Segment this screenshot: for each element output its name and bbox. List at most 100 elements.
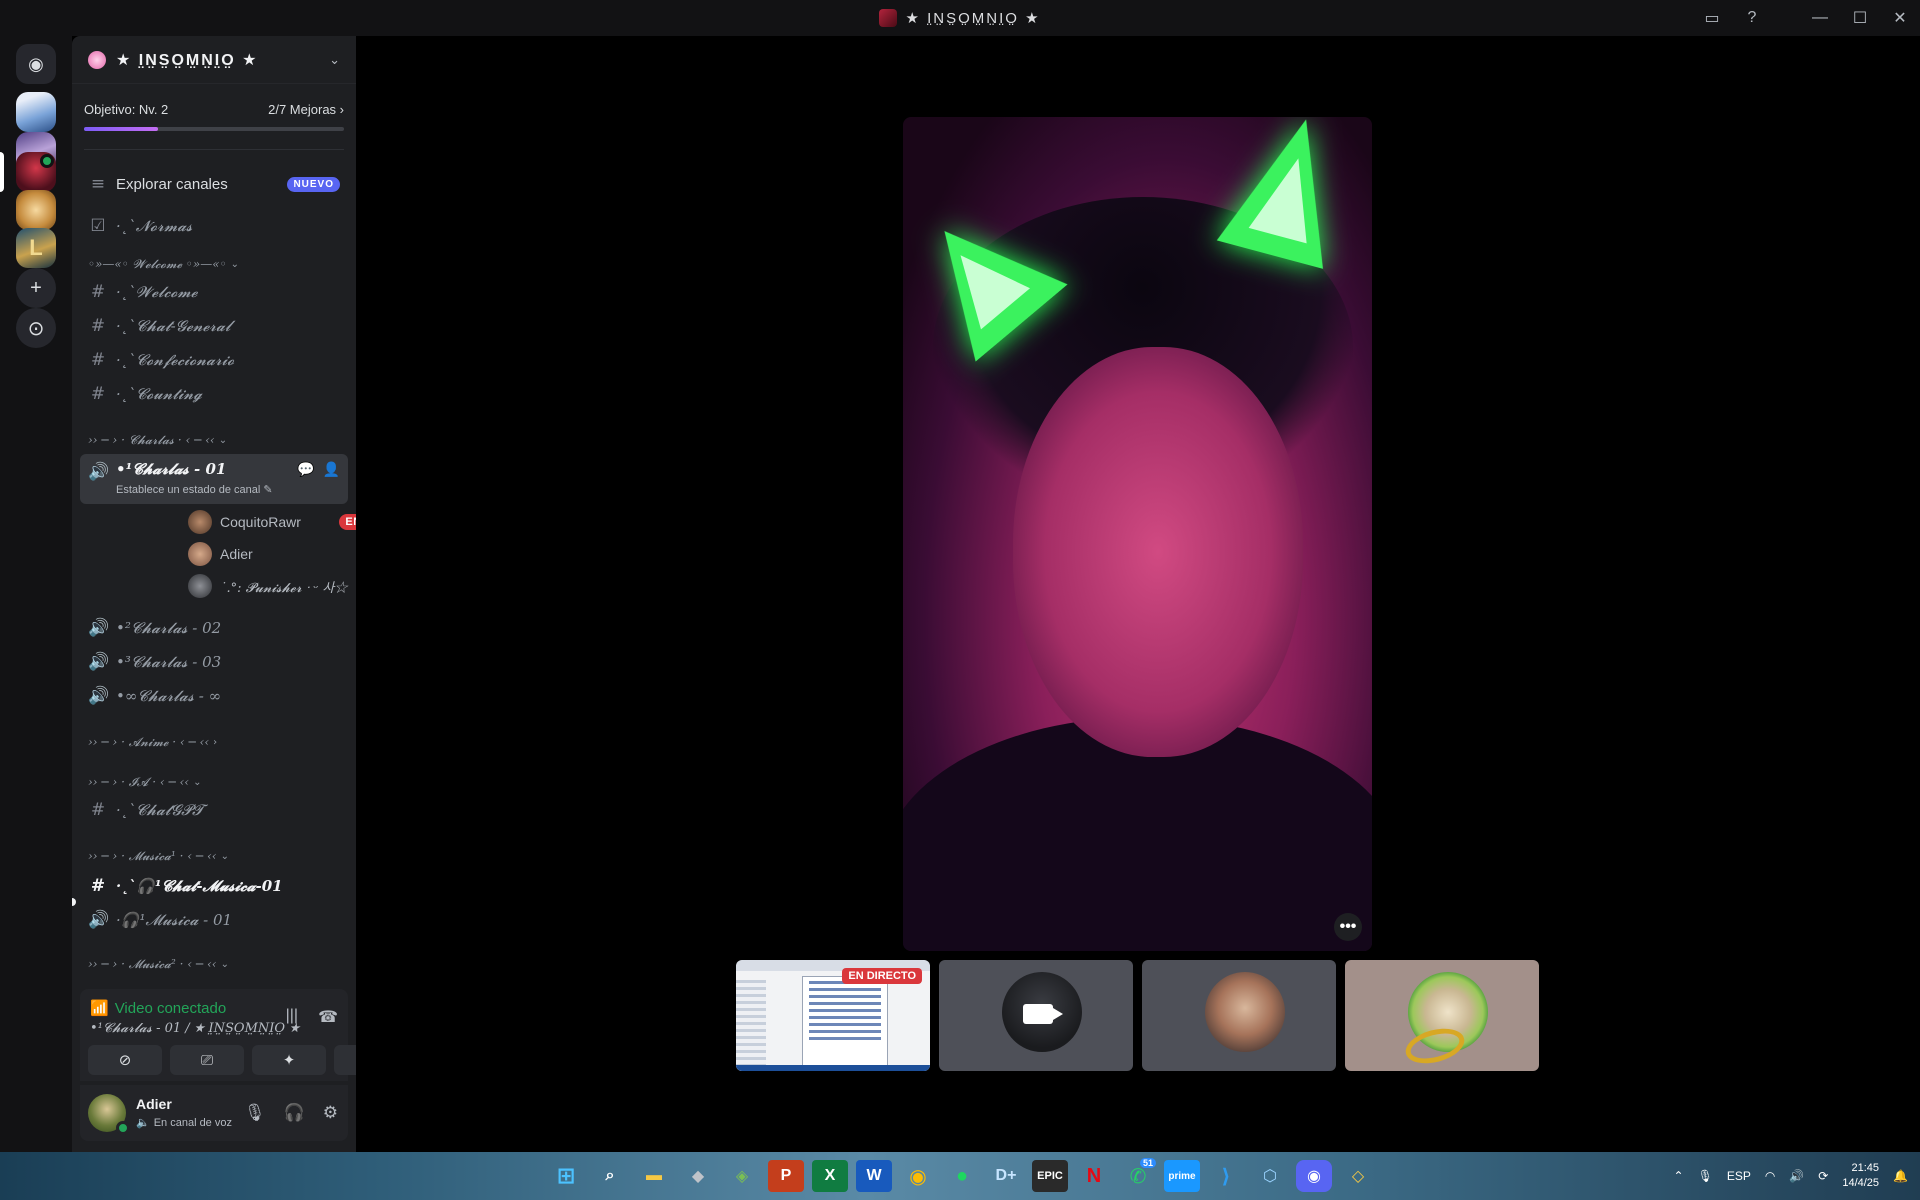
chrome-icon[interactable]: ◉ [900,1160,936,1192]
clock[interactable]: 21:45 14/4/25 [1842,1161,1879,1191]
app-icon[interactable]: ◈ [724,1160,760,1192]
app-icon[interactable]: ◇ [1340,1160,1376,1192]
disney-plus-icon[interactable]: D+ [988,1160,1024,1192]
voice-user[interactable]: ˙.°: 𝓟𝓾𝓷𝓲𝓼𝓱𝓮𝓻 ᐧ ᵕ 사☆ ■ [188,572,356,600]
powerpoint-icon[interactable]: P [768,1160,804,1192]
category-musica[interactable]: ›› ─ › · 𝓜𝓾𝓼𝓲𝓬𝓪¹ · ‹ ─ ‹‹ ⌄ [88,846,229,866]
more-options-button[interactable]: ••• [1334,913,1362,941]
voice-channel-charlas-01[interactable]: 🔊 •¹𝓒𝓱𝓪𝓻𝓵𝓪𝓼 - 01 Establece un estado de … [80,454,348,504]
focused-video-feed[interactable]: ••• [903,117,1372,951]
minimize-icon[interactable]: — [1800,0,1840,36]
notification-bell-icon[interactable]: 🔔 [1893,1169,1908,1183]
channel-chatgpt[interactable]: # ·˛`𝓒𝓱𝓪𝓽𝓖𝓟𝓣 [80,794,348,826]
app-icon[interactable]: ◆ [680,1160,716,1192]
discover-icon[interactable]: ⊙ [16,308,56,348]
volume-icon[interactable]: 🔊 [1789,1169,1804,1183]
user-panel: Adier 🔈 En canal de voz 🎙 🎧 ⚙ [80,1085,348,1141]
username[interactable]: Adier [136,1096,172,1112]
search-icon[interactable]: ⌕ [592,1160,628,1192]
language-indicator[interactable]: ESP [1727,1169,1751,1183]
user-status: 🔈 En canal de voz [136,1116,232,1130]
noise-suppression-icon[interactable]: ||| [286,1007,298,1027]
close-icon[interactable]: ✕ [1880,0,1920,36]
activities-button[interactable]: ✦ [252,1045,326,1075]
channel-counting[interactable]: # ·˛`𝓒𝓸𝓾𝓷𝓽𝓲𝓷𝓰 [80,378,348,410]
category-charlas[interactable]: ›› ─ › · 𝓒𝓱𝓪𝓻𝓵𝓪𝓼 · ‹ ─ ‹‹ ⌄ [88,430,227,450]
chat-bubble-icon[interactable]: 💬 [297,461,314,478]
disconnect-icon[interactable]: ☎ [318,1007,338,1027]
discord-home-icon[interactable]: ◉ [16,44,56,84]
microphone-icon[interactable]: 🎙 [244,1103,266,1123]
voice-user[interactable]: CoquitoRawr EN DIRECTO [188,508,356,536]
microphone-icon[interactable]: 🎙 [1698,1169,1713,1183]
netflix-icon[interactable]: N [1076,1160,1112,1192]
file-explorer-icon[interactable]: ▬ [636,1160,672,1192]
speaker-icon: 🔈 [136,1117,150,1129]
speaker-icon: 🔊 [88,618,110,638]
settings-gear-icon[interactable]: ⚙ [323,1103,338,1123]
boost-progress-bar [84,127,344,131]
discord-icon[interactable]: ◉ [1296,1160,1332,1192]
boost-goal[interactable]: Objetivo: Nv. 2 2/7 Mejoras › [72,84,356,141]
taskbar-apps: ⊞ ⌕ ▬ ◆ ◈ P X W ◉ ● D+ EPIC N ✆ 51 prime … [548,1158,1376,1192]
participant-tile-video-off[interactable] [939,960,1133,1071]
explore-channels[interactable]: ≡ Explorar canales NUEVO [80,168,348,200]
chevron-up-icon[interactable]: ⌃ [1674,1169,1684,1183]
voice-status[interactable]: 📶 Video conectado [90,999,226,1018]
whatsapp-icon[interactable]: ✆ 51 [1120,1158,1156,1192]
hash-icon: # [90,384,106,404]
guild-name: ★ I̤N̤S̤O̤M̤N̤I̤O̤ ★ [116,51,259,69]
category-anime[interactable]: ›› ─ › · 𝓐𝓷𝓲𝓶𝓮 · ‹ ─ ‹‹ › [88,732,217,752]
maximize-icon[interactable]: ☐ [1840,0,1880,36]
voice-channel-musica-01[interactable]: 🔊 ·🎧¹𝓜𝓾𝓼𝓲𝓬𝓪 - 01 [80,904,348,936]
stream-tile-screen-share[interactable]: EN DIRECTO [736,960,930,1071]
window-controls: ▭ ? — ☐ ✕ [1692,0,1920,36]
screen-share-button[interactable]: ⎚ [170,1045,244,1075]
category-musica-2[interactable]: ›› ─ › · 𝓜𝓾𝓼𝓲𝓬𝓪² · ‹ ─ ‹‹ ⌄ [88,954,229,974]
headphones-icon[interactable]: 🎧 [284,1103,305,1123]
help-icon[interactable]: ? [1732,0,1772,36]
windows-start-icon[interactable]: ⊞ [548,1160,584,1192]
channel-chat-musica-01[interactable]: # ·˛`🎧¹𝓒𝓱𝓪𝓽-𝓜𝓾𝓼𝓲𝓬𝓪-01 [80,870,348,902]
participant-tile[interactable] [1345,960,1539,1071]
channel-confecionario[interactable]: # ·˛`𝓒𝓸𝓷𝓯𝓮𝓬𝓲𝓸𝓷𝓪𝓻𝓲𝓸 [80,344,348,376]
channel-status[interactable]: Establece un estado de canal ✎ [116,483,273,496]
speaker-icon: 🔊 [88,686,110,706]
channel-rules[interactable]: ☑ ·˛`𝓝𝓸𝓻𝓶𝓪𝓼 [80,210,348,242]
app-icon[interactable]: ⬡ [1252,1160,1288,1192]
channel-actions: 💬 👤 [297,461,340,478]
camera-off-button[interactable]: ⊘ [88,1045,162,1075]
channel-browser-icon: ≡ [90,174,106,194]
channel-chat-general[interactable]: # ·˛`𝓒𝓱𝓪𝓽-𝓖𝓮𝓷𝓮𝓻𝓪𝓵 [80,310,348,342]
server-icon-4[interactable] [16,190,56,230]
channel-welcome[interactable]: # ·˛`𝓦𝓮𝓵𝓬𝓸𝓶𝓮 [80,276,348,308]
boost-progress-label: 2/7 Mejoras › [268,102,344,117]
guild-header[interactable]: ★ I̤N̤S̤O̤M̤N̤I̤O̤ ★ ⌄ [72,36,356,84]
windows-taskbar: ⊞ ⌕ ▬ ◆ ◈ P X W ◉ ● D+ EPIC N ✆ 51 prime … [0,1152,1920,1200]
sync-icon[interactable]: ⟳ [1818,1169,1828,1183]
wifi-icon[interactable]: ◠ [1765,1169,1775,1183]
epic-games-icon[interactable]: EPIC [1032,1160,1068,1192]
channel-sidebar: ★ I̤N̤S̤O̤M̤N̤I̤O̤ ★ ⌄ Objetivo: Nv. 2 2… [72,36,356,1152]
vscode-icon[interactable]: ⟩ [1208,1160,1244,1192]
excel-icon[interactable]: X [812,1160,848,1192]
server-icon-5[interactable]: L [16,228,56,268]
add-server-icon[interactable]: + [16,268,56,308]
server-icon-1[interactable] [16,92,56,132]
avatar [188,574,212,598]
participant-tile[interactable] [1142,960,1336,1071]
voice-user[interactable]: Adier [188,540,356,568]
category-ia[interactable]: ›› ─ › · 𝓘𝓐 · ‹ ─ ‹‹ ⌄ [88,772,201,792]
voice-channel-charlas-02[interactable]: 🔊 •²𝓒𝓱𝓪𝓻𝓵𝓪𝓼 - 02 [80,612,348,644]
speaker-icon: 🔊 [88,652,110,672]
voice-channel-charlas-inf[interactable]: 🔊 •∞𝓒𝓱𝓪𝓻𝓵𝓪𝓼 - ∞ [80,680,348,712]
online-status-dot [116,1121,130,1135]
voice-channel-charlas-03[interactable]: 🔊 •³𝓒𝓱𝓪𝓻𝓵𝓪𝓼 - 03 [80,646,348,678]
prime-video-icon[interactable]: prime [1164,1160,1200,1192]
spotify-icon[interactable]: ● [944,1160,980,1192]
inbox-icon[interactable]: ▭ [1692,0,1732,36]
category-welcome[interactable]: ◦»—«◦ 𝓦𝓮𝓵𝓬𝓸𝓶𝓮 ◦»—«◦ ⌄ [88,254,239,274]
add-member-icon[interactable]: 👤 [323,461,340,478]
word-icon[interactable]: W [856,1160,892,1192]
voice-channel-path[interactable]: •¹𝓒𝓱𝓪𝓻𝓵𝓪𝓼 - 01 / ★ I̤N̤S̤O̤M̤N̤I̤O̤ ★ [90,1021,300,1036]
